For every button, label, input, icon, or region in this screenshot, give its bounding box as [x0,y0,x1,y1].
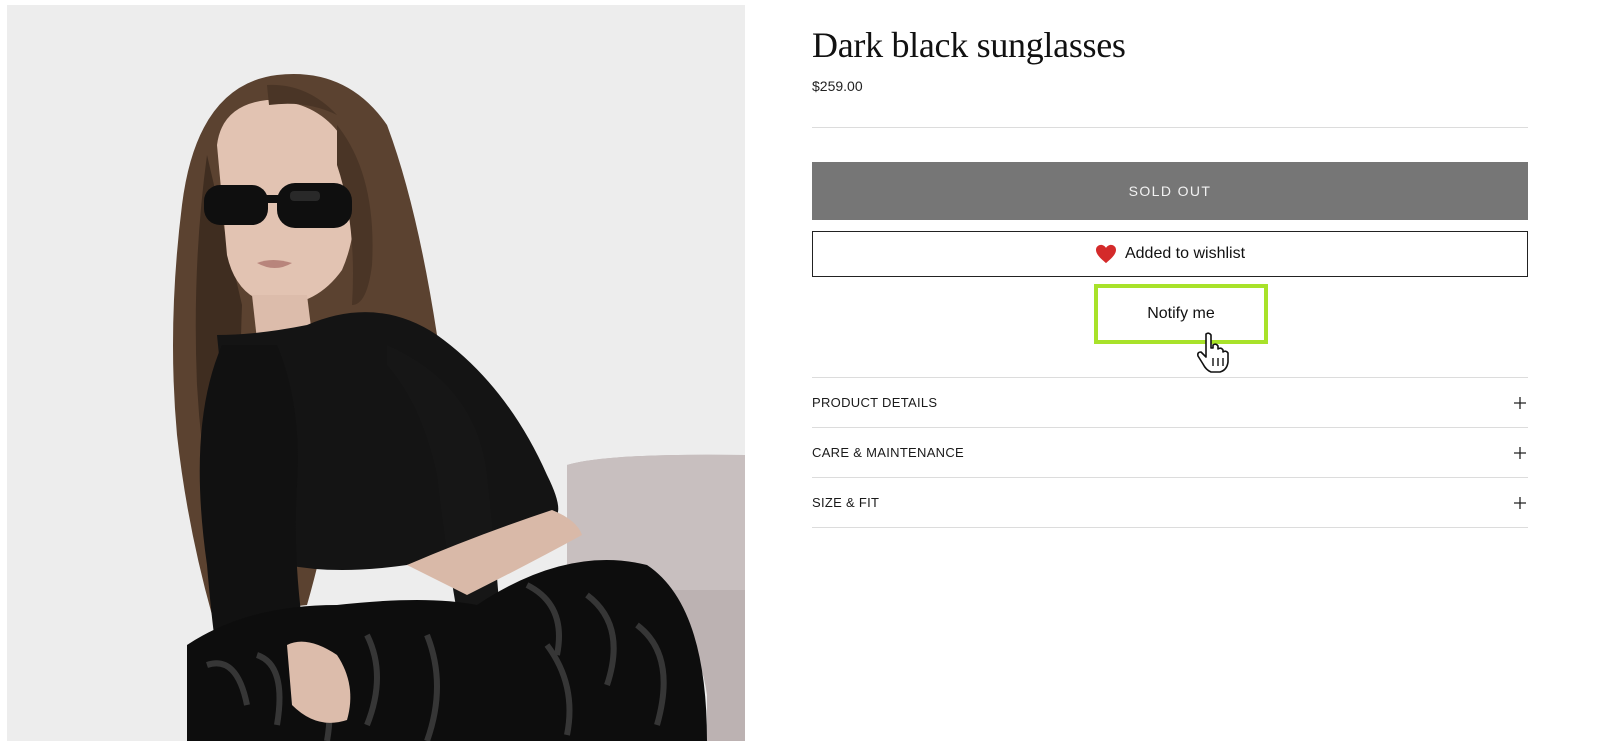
divider [812,527,1528,528]
accordion-label: SIZE & FIT [812,495,880,510]
plus-icon [1512,445,1528,461]
accordion-size-fit[interactable]: SIZE & FIT [812,478,1528,527]
accordion-label: CARE & MAINTENANCE [812,445,965,460]
accordion-product-details[interactable]: PRODUCT DETAILS [812,378,1528,427]
sold-out-label: SOLD OUT [1128,183,1212,199]
wishlist-button[interactable]: Added to wishlist [812,231,1528,277]
plus-icon [1512,395,1528,411]
product-page: Dark black sunglasses $259.00 SOLD OUT A… [0,0,1600,741]
notify-me-label: Notify me [1147,305,1215,322]
wishlist-label: Added to wishlist [1124,245,1246,262]
heart-icon [1095,244,1117,264]
divider [812,127,1528,128]
product-title: Dark black sunglasses [812,25,1126,65]
notify-me-button[interactable]: Notify me [1094,284,1268,344]
product-image [7,5,745,741]
sold-out-button[interactable]: SOLD OUT [812,162,1528,220]
model-photo-illustration [7,5,745,741]
accordion-care-maintenance[interactable]: CARE & MAINTENANCE [812,428,1528,477]
product-price: $259.00 [812,78,863,94]
plus-icon [1512,495,1528,511]
accordion-label: PRODUCT DETAILS [812,395,938,410]
